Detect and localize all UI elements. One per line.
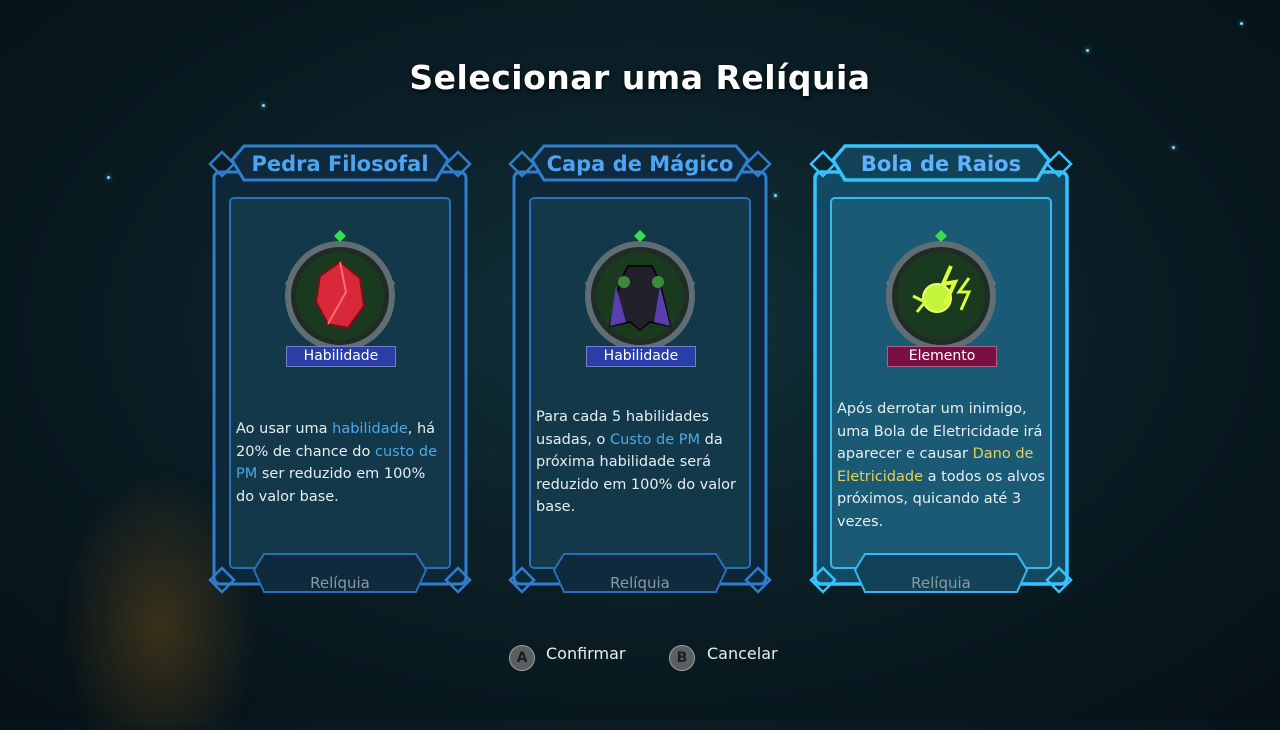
card-title: Capa de Mágico [546, 152, 734, 176]
card-title: Pedra Filosofal [251, 152, 429, 176]
lightning-ball-icon [885, 230, 997, 351]
card-footer: Relíquia [610, 574, 670, 592]
card-description: Após derrotar um inimigo, uma Bola de El… [837, 401, 1045, 530]
type-tag: Habilidade [286, 346, 396, 367]
card-description: Para cada 5 habilidades usadas, o Custo … [536, 409, 737, 515]
cancel-label[interactable]: Cancelar [707, 644, 778, 663]
background-star [107, 176, 110, 179]
card-title: Bola de Raios [860, 152, 1022, 176]
card-frame [208, 144, 472, 594]
background-star [1172, 146, 1175, 149]
b-button-icon[interactable]: B [669, 645, 695, 671]
card-frame [508, 144, 772, 594]
relic-card-capa-de-magico[interactable]: Capa de Mágico Habilidade Para cada 5 ha… [504, 136, 776, 598]
type-tag: Elemento [887, 346, 997, 367]
card-footer: Relíquia [310, 574, 370, 592]
page-title: Selecionar uma Relíquia [409, 58, 871, 97]
background-star [1240, 22, 1243, 25]
a-button-icon[interactable]: A [509, 645, 535, 671]
card-description: Ao usar uma habilidade, há 20% de chance… [236, 421, 438, 505]
background-star [262, 104, 265, 107]
confirm-label[interactable]: Confirmar [546, 644, 625, 663]
background-star [1086, 49, 1089, 52]
relic-card-bola-de-raios[interactable]: Bola de Raios Elemento Após derrotar um … [805, 136, 1077, 598]
magic-cape-icon [584, 230, 696, 351]
card-footer: Relíquia [911, 574, 971, 592]
relic-card-pedra-filosofal[interactable]: Pedra Filosofal Habilidade Ao usar uma h… [204, 136, 476, 598]
type-tag: Habilidade [586, 346, 696, 367]
red-crystal-icon [284, 230, 396, 351]
